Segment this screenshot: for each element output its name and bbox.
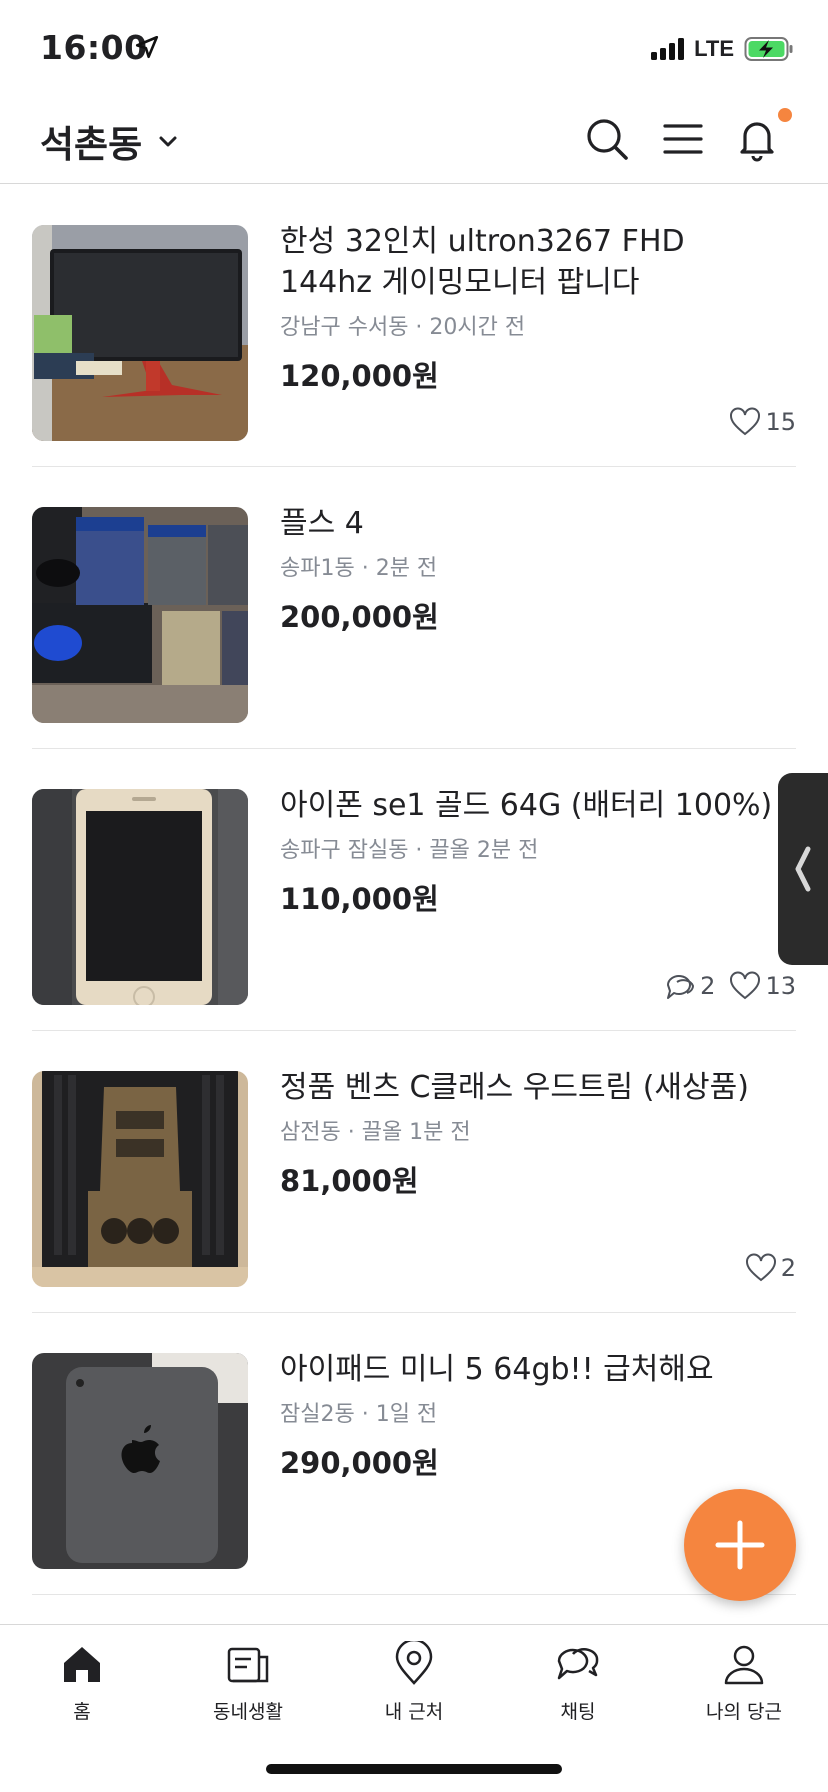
like-count: 13: [729, 971, 796, 1001]
divider: [32, 1594, 796, 1595]
item-meta: 강남구 수서동 · 20시간 전: [280, 315, 526, 340]
item-counts: 2 13: [664, 971, 796, 1001]
location-arrow-icon: [135, 35, 159, 59]
notification-button[interactable]: [732, 108, 792, 164]
list-item[interactable]: 정품 벤츠 C클래스 우드트림 (새상품) 삼전동 · 끌올 1분 전 81,0…: [32, 1031, 796, 1313]
like-count: 15: [729, 407, 796, 437]
nav-home[interactable]: 홈: [22, 1641, 142, 1724]
item-title: 아이패드 미니 5 64gb!! 급처해요: [280, 1352, 714, 1387]
heart-icon: [730, 407, 761, 436]
chat-bubble-icon: [667, 975, 695, 999]
product-thumbnail-monitor: [32, 225, 248, 441]
nav-community[interactable]: 동네생활: [188, 1641, 308, 1724]
status-bar: 16:00 LTE: [0, 0, 828, 96]
item-info: 정품 벤츠 C클래스 우드트림 (새상품) 삼전동 · 끌올 1분 전 81,0…: [280, 1067, 780, 1200]
product-thumbnail-iphone: [32, 789, 248, 1005]
item-info: 아이폰 se1 골드 64G (배터리 100%) 송파구 잠실동 · 끌올 2…: [280, 785, 780, 918]
chevron-down-icon: [159, 136, 177, 147]
item-title: 정품 벤츠 C클래스 우드트림 (새상품): [280, 1070, 749, 1105]
product-thumbnail-ipad: [32, 1353, 248, 1569]
notification-badge: [778, 108, 792, 122]
item-title: 플스 4: [280, 506, 364, 541]
nav-my-profile[interactable]: 나의 당근: [684, 1641, 804, 1724]
like-count: 2: [745, 1253, 796, 1283]
signal-icon: [651, 38, 685, 60]
like-count-value: 2: [780, 1254, 796, 1282]
side-drawer-handle[interactable]: [778, 773, 828, 965]
add-post-button[interactable]: [684, 1489, 796, 1601]
nav-label: 채팅: [560, 1701, 596, 1723]
nav-nearby[interactable]: 내 근처: [354, 1641, 474, 1724]
item-meta: 송파1동 · 2분 전: [280, 556, 438, 581]
heart-icon: [745, 1253, 776, 1282]
item-meta: 송파구 잠실동 · 끌올 2분 전: [280, 838, 539, 863]
location-pin-icon: [395, 1641, 433, 1685]
like-count-value: 15: [765, 408, 796, 436]
chevron-left-icon: [795, 846, 811, 892]
nav-label: 나의 당근: [706, 1701, 782, 1723]
like-count-value: 13: [765, 972, 796, 1000]
item-info: 한성 32인치 ultron3267 FHD 144hz 게이밍모니터 팝니다 …: [280, 221, 780, 395]
location-selector[interactable]: 석촌동: [40, 114, 180, 168]
list-item[interactable]: 아이폰 se1 골드 64G (배터리 100%) 송파구 잠실동 · 끌올 2…: [32, 749, 796, 1031]
item-price: 120,000원: [280, 359, 439, 393]
plus-icon: [715, 1520, 765, 1570]
chat-icon: [557, 1648, 599, 1680]
heart-icon: [730, 971, 761, 1000]
item-title: 아이폰 se1 골드 64G (배터리 100%): [280, 788, 773, 823]
list-item[interactable]: 한성 32인치 ultron3267 FHD 144hz 게이밍모니터 팝니다 …: [32, 185, 796, 467]
item-info: 아이패드 미니 5 64gb!! 급처해요 잠실2동 · 1일 전 290,00…: [280, 1349, 780, 1482]
list-item[interactable]: 플스 4 송파1동 · 2분 전 200,000원: [32, 467, 796, 749]
item-meta: 잠실2동 · 1일 전: [280, 1402, 438, 1427]
network-type: LTE: [694, 36, 734, 61]
product-thumbnail-ps4: [32, 507, 248, 723]
home-icon: [64, 1647, 100, 1682]
item-price: 290,000원: [280, 1446, 439, 1480]
nav-label: 내 근처: [384, 1701, 444, 1723]
status-time: 16:00: [40, 28, 148, 67]
app-header: 석촌동: [0, 96, 828, 184]
profile-icon: [724, 1645, 764, 1685]
item-counts: 2: [745, 1253, 796, 1283]
bell-icon: [740, 122, 774, 162]
nav-chat[interactable]: 채팅: [518, 1641, 638, 1724]
item-price: 200,000원: [280, 600, 439, 634]
item-price: 110,000원: [280, 882, 439, 916]
search-icon[interactable]: [582, 114, 632, 164]
product-thumbnail-wood-trim: [32, 1071, 248, 1287]
item-info: 플스 4 송파1동 · 2분 전 200,000원: [280, 503, 780, 636]
chat-count: 2: [664, 971, 715, 1001]
nav-label: 동네생활: [213, 1701, 283, 1723]
nav-label: 홈: [73, 1701, 91, 1723]
menu-icon[interactable]: [658, 114, 708, 164]
list-item[interactable]: 아이패드 미니 5 64gb!! 급처해요 잠실2동 · 1일 전 290,00…: [32, 1313, 796, 1595]
item-title: 한성 32인치 ultron3267 FHD 144hz 게이밍모니터 팝니다: [280, 224, 685, 300]
home-indicator: [266, 1764, 562, 1774]
item-meta: 삼전동 · 끌올 1분 전: [280, 1120, 471, 1145]
battery-charging-icon: [744, 37, 793, 61]
community-icon: [227, 1647, 269, 1683]
chat-count-value: 2: [700, 972, 716, 1000]
status-indicators: LTE: [651, 36, 794, 62]
item-price: 81,000원: [280, 1164, 419, 1198]
item-counts: 15: [729, 407, 796, 437]
location-name: 석촌동: [40, 123, 143, 166]
